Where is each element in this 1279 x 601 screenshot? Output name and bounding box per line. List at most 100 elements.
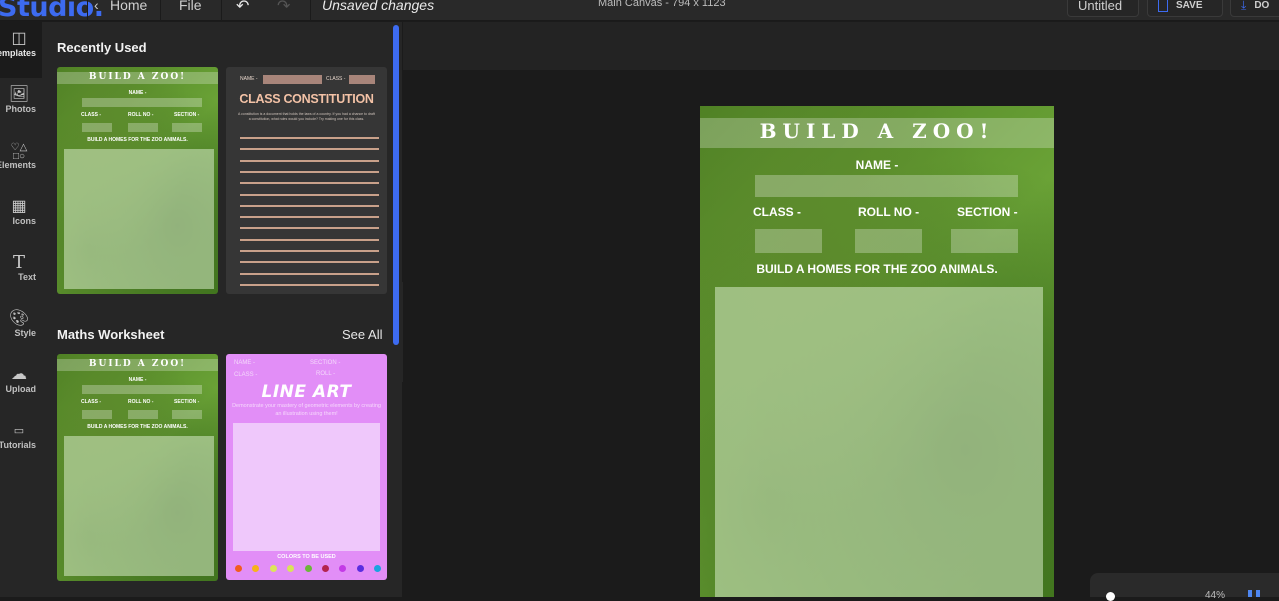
top-bar: Studio. ‹ Home File ↶ ↷ Unsaved changes …: [0, 0, 1279, 23]
rail-label: Text: [18, 272, 36, 282]
color-swatch: [235, 565, 242, 572]
roll-box[interactable]: [855, 229, 922, 253]
divider: [87, 0, 88, 21]
class-label[interactable]: CLASS -: [753, 205, 801, 219]
template-card-build-a-zoo[interactable]: BUILD A ZOO! NAME - CLASS - ROLL NO - SE…: [57, 67, 218, 294]
section-label: SECTION -: [174, 112, 200, 118]
template-description: A constitution is a document that holds …: [238, 112, 375, 121]
class-box: [349, 75, 375, 84]
ruled-line: [240, 272, 379, 275]
colors-label: COLORS TO BE USED: [277, 554, 336, 560]
section-box[interactable]: [951, 229, 1018, 253]
tool-rail: ◫ Templates 🖼︎ Photos ♡△□○ Elements ▦ Ic…: [0, 22, 42, 597]
ruled-line: [240, 170, 379, 173]
color-swatch: [252, 565, 260, 572]
class-box: [82, 410, 112, 419]
rail-label: Icons: [12, 216, 36, 226]
name-box: [82, 98, 202, 107]
roll-label: ROLL -: [316, 371, 336, 377]
rail-label: Style: [14, 328, 36, 338]
rail-item-photos[interactable]: 🖼︎ Photos: [0, 78, 42, 134]
shapes-icon: ♡△ □○: [10, 142, 28, 162]
roll-box: [128, 123, 158, 132]
undo-icon[interactable]: ↶: [236, 0, 249, 16]
ruled-line: [240, 283, 379, 286]
panel-scrollbar[interactable]: [393, 25, 399, 345]
class-label: CLASS -: [81, 399, 101, 405]
color-swatch: [304, 565, 312, 572]
instruction: BUILD A HOMES FOR THE ZOO ANIMALS.: [87, 424, 188, 430]
download-icon: ⤓: [1241, 0, 1247, 12]
rail-item-icons[interactable]: ▦ Icons: [0, 190, 42, 246]
template-title: CLASS CONSTITUTION: [239, 92, 374, 106]
rail-item-templates[interactable]: ◫ Templates: [0, 22, 42, 78]
roll-label[interactable]: ROLL NO -: [858, 205, 919, 219]
ruled-line: [240, 159, 379, 162]
drawing-area: [64, 149, 214, 289]
section-title-recently-used: Recently Used: [57, 40, 147, 55]
file-menu-button[interactable]: File: [179, 0, 202, 13]
document-name-field[interactable]: Untitled: [1067, 0, 1139, 17]
section-title-maths-worksheet: Maths Worksheet: [57, 327, 165, 342]
home-button[interactable]: Home: [110, 0, 147, 13]
template-title: LINE ART: [261, 382, 352, 402]
rail-item-text[interactable]: T Text: [0, 246, 42, 302]
class-label: CLASS -: [234, 372, 258, 378]
template-card-build-a-zoo[interactable]: BUILD A ZOO! NAME - CLASS - ROLL NO - SE…: [57, 354, 218, 581]
template-card-line-art[interactable]: NAME - CLASS - SECTION - ROLL - LINE ART…: [226, 354, 387, 580]
grid-view-icon[interactable]: [1248, 590, 1260, 597]
canvas-page[interactable]: BUILD A ZOO! NAME - CLASS - ROLL NO - SE…: [700, 106, 1054, 597]
rail-item-elements[interactable]: ♡△□○ Elements: [0, 134, 42, 190]
name-label[interactable]: NAME -: [700, 158, 1054, 172]
rail-item-tutorials[interactable]: ▭ Tutorials: [0, 414, 42, 470]
class-box[interactable]: [755, 229, 822, 253]
drawing-area[interactable]: [715, 287, 1043, 597]
ruled-line: [240, 250, 379, 252]
template-title: BUILD A ZOO!: [88, 72, 187, 82]
roll-label: ROLL NO -: [128, 112, 154, 118]
instruction[interactable]: BUILD A HOMES FOR THE ZOO ANIMALS.: [700, 262, 1054, 276]
redo-icon[interactable]: ↷: [277, 0, 290, 16]
template-card-class-constitution[interactable]: NAME - CLASS - CLASS CONSTITUTION A cons…: [226, 67, 387, 294]
section-box: [172, 410, 202, 419]
template-description: Demonstrate your mastery of geometric el…: [232, 403, 381, 417]
section-box: [172, 123, 202, 132]
ruled-line: [240, 182, 379, 185]
rail-label: Elements: [0, 160, 36, 170]
color-swatch: [322, 565, 329, 572]
ruled-line: [240, 238, 379, 241]
save-button[interactable]: SAVE: [1147, 0, 1223, 17]
name-label: NAME -: [128, 377, 147, 383]
name-box: [82, 385, 202, 394]
back-chevron-icon: ‹: [94, 0, 99, 13]
cloud-upload-icon: ☁: [11, 366, 27, 383]
save-label: SAVE: [1176, 0, 1203, 11]
drawing-area: [64, 436, 214, 576]
ruled-line: [240, 148, 379, 151]
text-icon: T: [12, 252, 25, 273]
name-label: NAME -: [240, 76, 258, 82]
rail-item-style[interactable]: 🎨︎ Style: [0, 302, 42, 358]
canvas-info: Main Canvas - 794 x 1123: [598, 0, 726, 9]
canvas-toolbar-area: [403, 22, 1279, 70]
see-all-link[interactable]: See All: [342, 327, 382, 342]
drawing-area: [233, 423, 380, 551]
ruled-line: [240, 261, 379, 264]
photo-icon: 🖼︎: [8, 86, 30, 103]
rail-label: Tutorials: [0, 440, 36, 450]
class-box: [82, 123, 112, 132]
rail-item-upload[interactable]: ☁ Upload: [0, 358, 42, 414]
ruled-line: [240, 204, 379, 207]
name-box[interactable]: [755, 175, 1018, 197]
section-label[interactable]: SECTION -: [957, 205, 1018, 219]
document-name: Untitled: [1078, 0, 1123, 13]
download-button[interactable]: ⤓ DO: [1230, 0, 1279, 17]
name-label: NAME -: [128, 90, 147, 96]
save-status: Unsaved changes: [322, 0, 435, 13]
page-title[interactable]: BUILD A ZOO!: [700, 119, 1054, 143]
palette-icon: 🎨︎: [8, 310, 30, 327]
divider: [221, 0, 222, 21]
divider: [310, 0, 311, 21]
class-label: CLASS -: [81, 112, 101, 118]
class-label: CLASS -: [326, 76, 346, 82]
